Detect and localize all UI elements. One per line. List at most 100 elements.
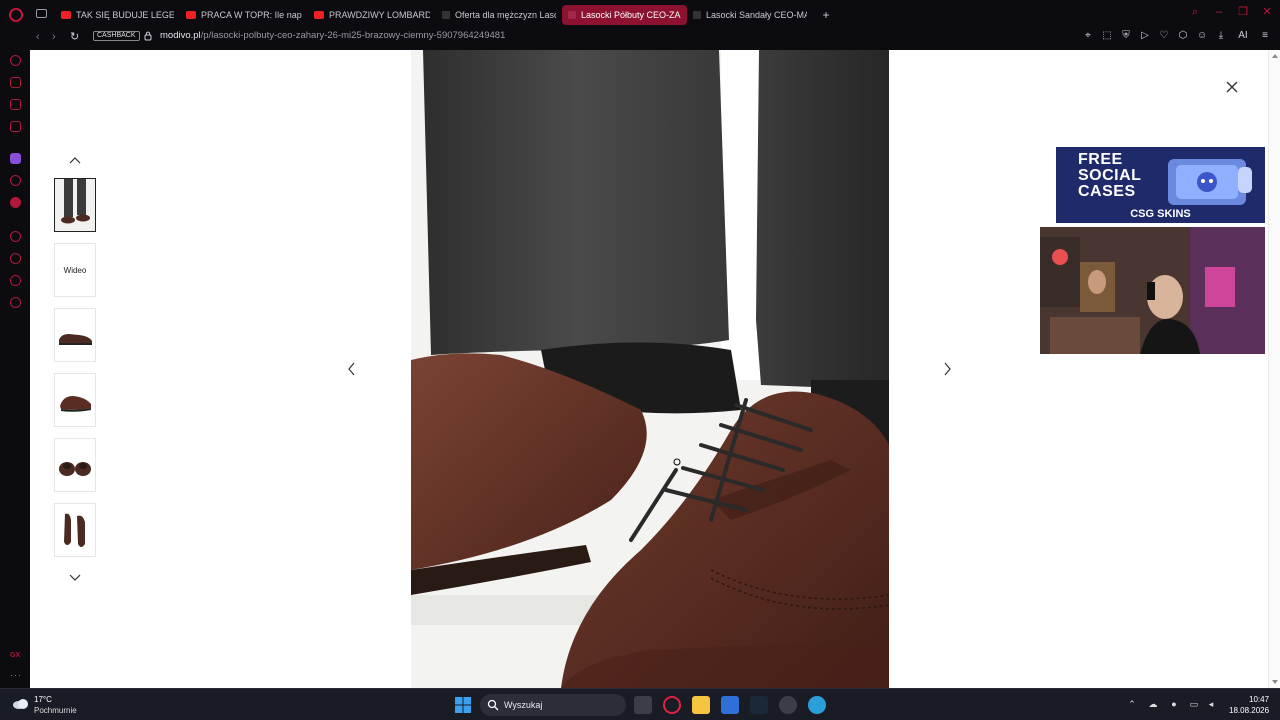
shield-icon[interactable]: ⛨ bbox=[1121, 30, 1131, 42]
tab-4[interactable]: Oferta dla mężczyzn Lasoc bbox=[436, 5, 562, 25]
ai-button[interactable]: AI bbox=[1235, 30, 1251, 42]
streamer-webcam-overlay bbox=[1040, 227, 1265, 354]
weather-temperature[interactable]: 17°C bbox=[34, 695, 52, 704]
network-icon[interactable]: ▭ bbox=[1189, 699, 1199, 709]
microphone-icon[interactable]: ● bbox=[1169, 699, 1179, 709]
chat-icon[interactable] bbox=[10, 275, 21, 286]
weather-description[interactable]: Pochmurnie bbox=[34, 706, 77, 715]
store-icon[interactable] bbox=[721, 696, 739, 714]
task-view-icon[interactable] bbox=[634, 696, 652, 714]
chevron-up-icon[interactable] bbox=[68, 155, 82, 165]
address-bar: ‹ › ↻ CASHBACK modivo.pl/p/lasocki-polbu… bbox=[30, 28, 1280, 46]
video-label: Wideo bbox=[63, 265, 87, 275]
gx-corner-icon[interactable]: GX bbox=[10, 652, 20, 659]
minimize-icon[interactable]: – bbox=[1214, 7, 1224, 18]
next-image-arrow-icon[interactable] bbox=[941, 362, 953, 376]
close-window-icon[interactable]: ✕ bbox=[1262, 7, 1272, 18]
workspaces-icon[interactable] bbox=[36, 9, 47, 18]
download-icon[interactable]: ⤓ bbox=[1216, 30, 1226, 42]
shoe-side-thumbnail-image bbox=[59, 334, 92, 345]
modivo-icon bbox=[568, 11, 576, 19]
tab-title: TAK SIĘ BUDUJE LEGENDE bbox=[76, 10, 174, 20]
url-path: /p/lasocki-polbuty-ceo-zahary-26-mi25-br… bbox=[200, 30, 506, 41]
modivo-icon bbox=[693, 11, 701, 19]
profile-icon[interactable]: ☺ bbox=[1197, 30, 1207, 42]
edge-icon[interactable] bbox=[808, 696, 826, 714]
steam-icon[interactable] bbox=[750, 696, 768, 714]
thumbnail-angle-shoe[interactable] bbox=[54, 373, 96, 427]
search-label: Wyszukaj bbox=[504, 700, 543, 710]
history-icon[interactable] bbox=[10, 253, 21, 264]
tab-1[interactable]: TAK SIĘ BUDUJE LEGENDE bbox=[55, 5, 180, 25]
whatsapp-icon[interactable] bbox=[10, 121, 21, 132]
clock-date[interactable]: 18.08.2026 bbox=[1229, 706, 1269, 715]
player-icon[interactable] bbox=[10, 231, 21, 242]
thumbnail-side-shoe[interactable] bbox=[54, 308, 96, 362]
shoe-pair-top-thumbnail-image bbox=[64, 513, 85, 547]
ad-headline: FREE SOCIAL CASES bbox=[1078, 152, 1141, 200]
back-icon[interactable]: ‹ bbox=[36, 31, 40, 43]
tab-3[interactable]: PRAWDZIWY LOMBARD - ( bbox=[308, 5, 436, 25]
tab-strip: TAK SIĘ BUDUJE LEGENDE PRACA W TOPR: Ile… bbox=[55, 5, 833, 25]
tab-6[interactable]: Lasocki Sandały CEO-MAR bbox=[687, 5, 813, 25]
reload-icon[interactable]: ↻ bbox=[70, 31, 79, 43]
search-icon bbox=[487, 699, 499, 711]
tab-5-active[interactable]: Lasocki Półbuty CEO-ZAHA bbox=[562, 5, 687, 25]
tab-title: Lasocki Sandały CEO-MAR bbox=[706, 10, 807, 20]
file-explorer-icon[interactable] bbox=[692, 696, 710, 714]
shoe-pair-front-thumbnail-image bbox=[59, 462, 91, 476]
youtube-icon bbox=[314, 11, 324, 19]
tab-title: Lasocki Półbuty CEO-ZAHA bbox=[581, 10, 681, 20]
close-icon[interactable] bbox=[1225, 80, 1239, 94]
speed-dial-icon[interactable] bbox=[10, 55, 21, 66]
new-tab-button[interactable]: + bbox=[819, 8, 833, 22]
maximize-icon[interactable]: ❐ bbox=[1238, 7, 1248, 18]
tab-bar: TAK SIĘ BUDUJE LEGENDE PRACA W TOPR: Ile… bbox=[0, 0, 1280, 28]
chevron-down-icon[interactable] bbox=[68, 573, 82, 583]
tab-2[interactable]: PRACA W TOPR: Ile napraw bbox=[180, 5, 308, 25]
volume-icon[interactable]: ◂ bbox=[1206, 699, 1216, 709]
taskbar-search[interactable]: Wyszukaj bbox=[480, 694, 626, 716]
more-icon[interactable]: ··· bbox=[10, 670, 22, 680]
music-icon[interactable] bbox=[10, 197, 21, 208]
settings-icon[interactable] bbox=[10, 297, 21, 308]
messenger-icon[interactable] bbox=[10, 99, 21, 110]
url-field[interactable]: modivo.pl/p/lasocki-polbuty-ceo-zahary-2… bbox=[160, 30, 505, 41]
lock-icon bbox=[144, 31, 152, 41]
ad-headline-line-2: SOCIAL bbox=[1078, 167, 1142, 184]
menu-icon[interactable]: ≡ bbox=[1260, 30, 1270, 42]
sidebar: GX ··· bbox=[0, 50, 30, 688]
opera-logo-icon[interactable] bbox=[9, 8, 23, 22]
url-host: modivo.pl bbox=[160, 30, 201, 41]
browser-window: TAK SIĘ BUDUJE LEGENDE PRACA W TOPR: Ile… bbox=[0, 0, 1280, 688]
scroll-down-arrow-icon[interactable] bbox=[1272, 680, 1278, 684]
opera-gx-taskbar-icon[interactable] bbox=[663, 696, 681, 714]
pin-icon[interactable]: ⌖ bbox=[1083, 30, 1093, 42]
cashback-badge[interactable]: CASHBACK bbox=[93, 31, 140, 41]
extensions-icon[interactable]: ⬡ bbox=[1178, 30, 1188, 42]
search-tabs-icon[interactable]: ⌕ bbox=[1190, 7, 1200, 18]
app-notification-icon[interactable] bbox=[779, 696, 797, 714]
play-icon[interactable]: ▷ bbox=[1140, 30, 1150, 42]
csgskins-ad-banner[interactable]: FREE SOCIAL CASES CSG SKINS bbox=[1056, 147, 1265, 223]
thumbnail-pair-top[interactable] bbox=[54, 503, 96, 557]
main-product-photo[interactable] bbox=[411, 50, 889, 688]
previous-image-arrow-icon[interactable] bbox=[346, 362, 358, 376]
thumbnail-video[interactable]: Wideo bbox=[54, 243, 96, 297]
thumbnail-pair-front[interactable] bbox=[54, 438, 96, 492]
heart-icon[interactable]: ♡ bbox=[1159, 30, 1169, 42]
clock-time[interactable]: 10:47 bbox=[1249, 695, 1269, 704]
twitch-icon[interactable] bbox=[10, 153, 21, 164]
forward-icon[interactable]: › bbox=[52, 31, 56, 43]
onedrive-icon[interactable]: ☁ bbox=[1148, 699, 1158, 709]
thumbnail-legs[interactable] bbox=[54, 178, 96, 232]
windows-start-icon[interactable] bbox=[455, 697, 471, 713]
tray-expand-icon[interactable]: ⌃ bbox=[1127, 699, 1137, 709]
discount-icon[interactable] bbox=[10, 175, 21, 186]
page-scrollbar[interactable] bbox=[1268, 50, 1280, 688]
scroll-up-arrow-icon[interactable] bbox=[1272, 54, 1278, 58]
shoe-closeup-image bbox=[411, 50, 889, 688]
tab-title: PRACA W TOPR: Ile napraw bbox=[201, 10, 302, 20]
snapshot-icon[interactable]: ⬚ bbox=[1102, 30, 1112, 42]
shop-icon[interactable] bbox=[10, 77, 21, 88]
